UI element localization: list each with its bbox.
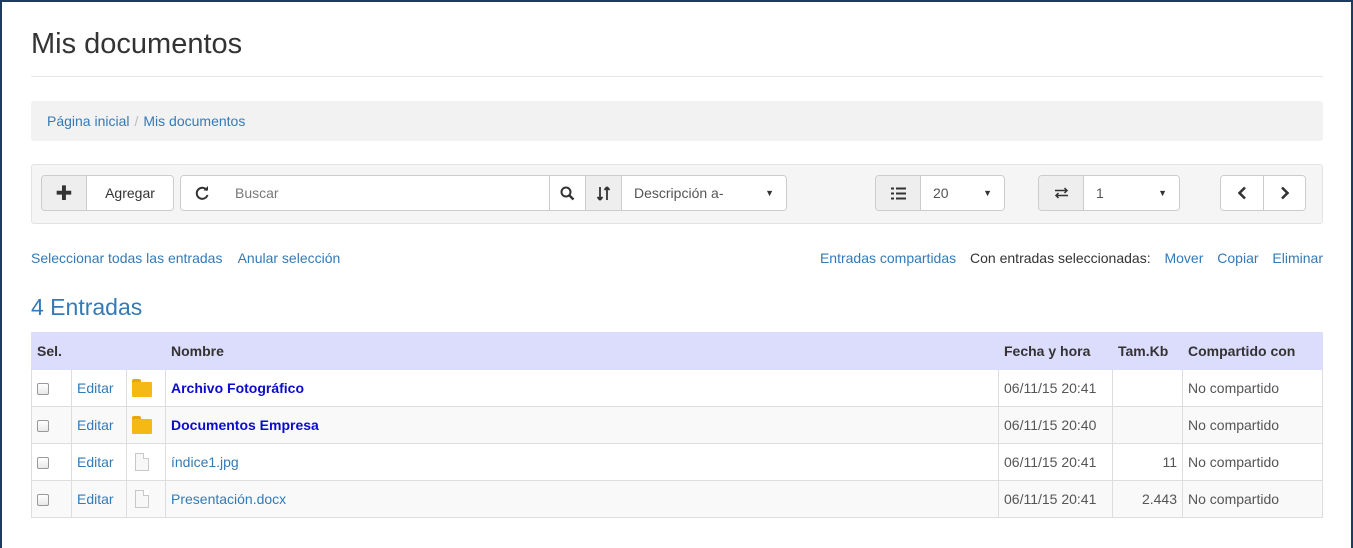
page-size-group: 20 ▼ bbox=[875, 175, 1005, 211]
column-icon bbox=[126, 332, 166, 370]
row-checkbox[interactable] bbox=[37, 457, 49, 470]
entry-name-link[interactable]: Documentos Empresa bbox=[171, 417, 319, 433]
column-size: Tam.Kb bbox=[1112, 332, 1183, 370]
table-header-row: Sel. Nombre Fecha y hora Tam.Kb Comparti… bbox=[31, 332, 1323, 370]
row-name-cell: índice1.jpg bbox=[165, 443, 999, 481]
row-icon-cell bbox=[126, 443, 166, 481]
column-edit bbox=[71, 332, 127, 370]
search-group: Descripción a- ▼ bbox=[180, 175, 787, 211]
with-selected-label: Con entradas seleccionadas: bbox=[970, 250, 1151, 266]
row-size: 11 bbox=[1112, 443, 1183, 481]
add-button[interactable]: Agregar bbox=[86, 176, 173, 210]
page-number-group: 1 ▼ bbox=[1038, 175, 1180, 211]
row-shared: No compartido bbox=[1182, 369, 1323, 407]
title-divider bbox=[31, 76, 1323, 77]
deselect-link[interactable]: Anular selección bbox=[238, 250, 341, 266]
delete-link[interactable]: Eliminar bbox=[1272, 250, 1323, 266]
entry-name-link[interactable]: índice1.jpg bbox=[171, 454, 239, 470]
table-row: Editar Documentos Empresa 06/11/15 20:40… bbox=[31, 406, 1323, 444]
page-title: Mis documentos bbox=[31, 28, 243, 60]
entry-name-link[interactable]: Archivo Fotográfico bbox=[171, 380, 304, 396]
column-shared: Compartido con bbox=[1182, 332, 1323, 370]
shared-entries-link[interactable]: Entradas compartidas bbox=[820, 250, 956, 266]
edit-link[interactable]: Editar bbox=[77, 491, 114, 507]
row-icon-cell bbox=[126, 369, 166, 407]
sort-icon[interactable] bbox=[585, 176, 621, 210]
column-sel: Sel. bbox=[31, 332, 72, 370]
row-size: 2.443 bbox=[1112, 480, 1183, 518]
row-select-cell bbox=[31, 369, 72, 407]
breadcrumb: Página inicial / Mis documentos bbox=[31, 101, 1323, 141]
row-size bbox=[1112, 406, 1183, 444]
row-size bbox=[1112, 369, 1183, 407]
sort-select[interactable]: Descripción a- ▼ bbox=[621, 176, 786, 210]
folder-icon bbox=[132, 416, 152, 435]
page-number-value: 1 bbox=[1096, 185, 1104, 201]
row-select-cell bbox=[31, 406, 72, 444]
copy-link[interactable]: Copiar bbox=[1217, 250, 1258, 266]
sort-select-value: Descripción a- bbox=[634, 185, 724, 201]
row-checkbox[interactable] bbox=[37, 383, 49, 396]
table-row: Editar Archivo Fotográfico 06/11/15 20:4… bbox=[31, 369, 1323, 407]
row-date: 06/11/15 20:41 bbox=[998, 443, 1113, 481]
page-size-select[interactable]: 20 ▼ bbox=[920, 176, 1004, 210]
column-date: Fecha y hora bbox=[998, 332, 1113, 370]
plus-icon[interactable]: ✚ bbox=[42, 176, 86, 210]
row-checkbox[interactable] bbox=[37, 420, 49, 433]
pager-group bbox=[1220, 175, 1306, 211]
documents-table: Sel. Nombre Fecha y hora Tam.Kb Comparti… bbox=[31, 332, 1323, 518]
entry-name-link[interactable]: Presentación.docx bbox=[171, 491, 286, 507]
caret-down-icon: ▼ bbox=[765, 188, 774, 198]
row-select-cell bbox=[31, 443, 72, 481]
page-number-select[interactable]: 1 ▼ bbox=[1083, 176, 1179, 210]
row-select-cell bbox=[31, 480, 72, 518]
row-name-cell: Archivo Fotográfico bbox=[165, 369, 999, 407]
file-icon bbox=[135, 490, 149, 509]
caret-down-icon: ▼ bbox=[983, 188, 992, 198]
file-icon bbox=[135, 453, 149, 472]
move-link[interactable]: Mover bbox=[1164, 250, 1203, 266]
row-name-cell: Documentos Empresa bbox=[165, 406, 999, 444]
table-row: Editar Presentación.docx 06/11/15 20:41 … bbox=[31, 480, 1323, 518]
edit-link[interactable]: Editar bbox=[77, 417, 114, 433]
entries-count: 4 Entradas bbox=[31, 294, 143, 320]
row-icon-cell bbox=[126, 480, 166, 518]
row-shared: No compartido bbox=[1182, 480, 1323, 518]
table-row: Editar índice1.jpg 06/11/15 20:41 11 No … bbox=[31, 443, 1323, 481]
selection-links: Seleccionar todas las entradas Anular se… bbox=[31, 250, 352, 266]
add-group: ✚ Agregar bbox=[41, 175, 174, 211]
row-edit-cell: Editar bbox=[71, 443, 127, 481]
row-edit-cell: Editar bbox=[71, 480, 127, 518]
page-size-value: 20 bbox=[933, 185, 949, 201]
row-name-cell: Presentación.docx bbox=[165, 480, 999, 518]
folder-icon bbox=[132, 379, 152, 398]
row-edit-cell: Editar bbox=[71, 369, 127, 407]
refresh-icon[interactable] bbox=[181, 176, 223, 210]
row-edit-cell: Editar bbox=[71, 406, 127, 444]
breadcrumb-separator: / bbox=[134, 113, 139, 129]
search-icon[interactable] bbox=[549, 176, 585, 210]
exchange-icon bbox=[1039, 176, 1083, 210]
row-icon-cell bbox=[126, 406, 166, 444]
select-all-link[interactable]: Seleccionar todas las entradas bbox=[31, 250, 222, 266]
row-shared: No compartido bbox=[1182, 406, 1323, 444]
row-shared: No compartido bbox=[1182, 443, 1323, 481]
column-name: Nombre bbox=[165, 332, 999, 370]
row-date: 06/11/15 20:40 bbox=[998, 406, 1113, 444]
list-icon bbox=[876, 176, 920, 210]
row-date: 06/11/15 20:41 bbox=[998, 369, 1113, 407]
row-checkbox[interactable] bbox=[37, 494, 49, 507]
edit-link[interactable]: Editar bbox=[77, 380, 114, 396]
search-input[interactable] bbox=[223, 176, 549, 210]
row-date: 06/11/15 20:41 bbox=[998, 480, 1113, 518]
chevron-left-icon[interactable] bbox=[1221, 176, 1263, 210]
breadcrumb-home-link[interactable]: Página inicial bbox=[47, 113, 130, 129]
toolbar: ✚ Agregar Descripción a- ▼ 20 ▼ bbox=[31, 164, 1323, 224]
caret-down-icon: ▼ bbox=[1158, 188, 1167, 198]
bulk-actions: Entradas compartidas Con entradas selecc… bbox=[810, 250, 1323, 266]
breadcrumb-current-link[interactable]: Mis documentos bbox=[143, 113, 245, 129]
chevron-right-icon[interactable] bbox=[1263, 176, 1305, 210]
edit-link[interactable]: Editar bbox=[77, 454, 114, 470]
